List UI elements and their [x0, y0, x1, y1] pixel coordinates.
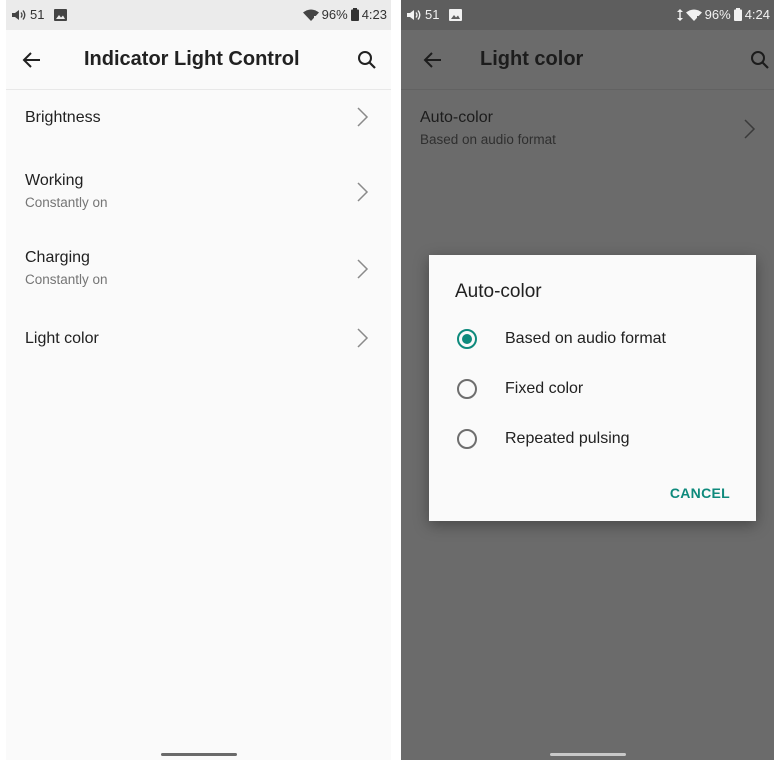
battery-percent: 96%: [321, 7, 348, 22]
volume-icon: [12, 9, 26, 21]
image-icon: [449, 8, 463, 21]
setting-label: Auto-color: [420, 109, 493, 126]
clock: 4:23: [361, 7, 387, 22]
volume-level: 51: [425, 7, 440, 22]
setting-summary: Constantly on: [25, 195, 108, 210]
setting-label: Light color: [25, 330, 99, 347]
setting-brightness[interactable]: Brightness: [6, 90, 391, 159]
back-arrow-icon[interactable]: [421, 48, 445, 72]
setting-light-color[interactable]: Light color: [6, 311, 391, 380]
option-label: Fixed color: [505, 380, 584, 397]
back-arrow-icon[interactable]: [20, 48, 44, 72]
battery-icon: [350, 8, 359, 21]
settings-list: Auto-color Based on audio format: [401, 90, 774, 171]
app-bar: Indicator Light Control: [6, 30, 391, 90]
status-bar: 51 96% 4:24: [401, 0, 774, 30]
indicator-light-control-screen: 51 96% 4:23 Indicator Light Control Brig…: [6, 0, 391, 760]
battery-percent: 96%: [704, 7, 731, 22]
setting-working[interactable]: Working Constantly on: [6, 165, 391, 234]
option-repeated-pulsing[interactable]: Repeated pulsing: [453, 422, 733, 456]
chevron-right-icon: [355, 258, 369, 280]
data-transfer-icon: [676, 8, 683, 21]
battery-icon: [733, 8, 742, 21]
setting-summary: Constantly on: [25, 272, 108, 287]
setting-summary: Based on audio format: [420, 132, 556, 147]
setting-label: Charging: [25, 249, 90, 266]
wifi-icon: [302, 9, 319, 21]
radio-unselected-icon[interactable]: [456, 378, 478, 400]
option-fixed-color[interactable]: Fixed color: [453, 372, 733, 406]
image-icon: [54, 8, 68, 21]
setting-charging[interactable]: Charging Constantly on: [6, 242, 391, 311]
volume-level: 51: [30, 7, 45, 22]
radio-unselected-icon[interactable]: [456, 428, 478, 450]
option-label: Based on audio format: [505, 330, 666, 347]
option-based-on-audio-format[interactable]: Based on audio format: [453, 322, 733, 356]
chevron-right-icon: [742, 118, 756, 140]
dialog-title: Auto-color: [455, 281, 542, 302]
setting-label: Working: [25, 172, 84, 189]
page-title: Light color: [480, 48, 584, 70]
app-bar: Light color: [401, 30, 774, 90]
light-color-screen: 51 96% 4:24 Light color Auto-color Based…: [401, 0, 774, 760]
cancel-button[interactable]: CANCEL: [670, 485, 730, 501]
search-icon[interactable]: [355, 48, 379, 72]
gesture-nav-bar[interactable]: [160, 753, 237, 756]
chevron-right-icon: [355, 181, 369, 203]
search-icon[interactable]: [748, 48, 772, 72]
auto-color-dialog: Auto-color Based on audio format Fixed c…: [429, 255, 756, 521]
status-bar: 51 96% 4:23: [6, 0, 391, 30]
setting-auto-color[interactable]: Auto-color Based on audio format: [401, 102, 774, 171]
setting-label: Brightness: [25, 109, 101, 126]
gesture-nav-bar[interactable]: [549, 753, 626, 756]
volume-icon: [407, 9, 421, 21]
radio-selected-icon[interactable]: [456, 328, 478, 350]
page-title: Indicator Light Control: [84, 48, 300, 70]
wifi-icon: [685, 9, 702, 21]
option-label: Repeated pulsing: [505, 430, 630, 447]
settings-list: Brightness Working Constantly on Chargin…: [6, 90, 391, 380]
chevron-right-icon: [355, 327, 369, 349]
chevron-right-icon: [355, 106, 369, 128]
clock: 4:24: [744, 7, 770, 22]
